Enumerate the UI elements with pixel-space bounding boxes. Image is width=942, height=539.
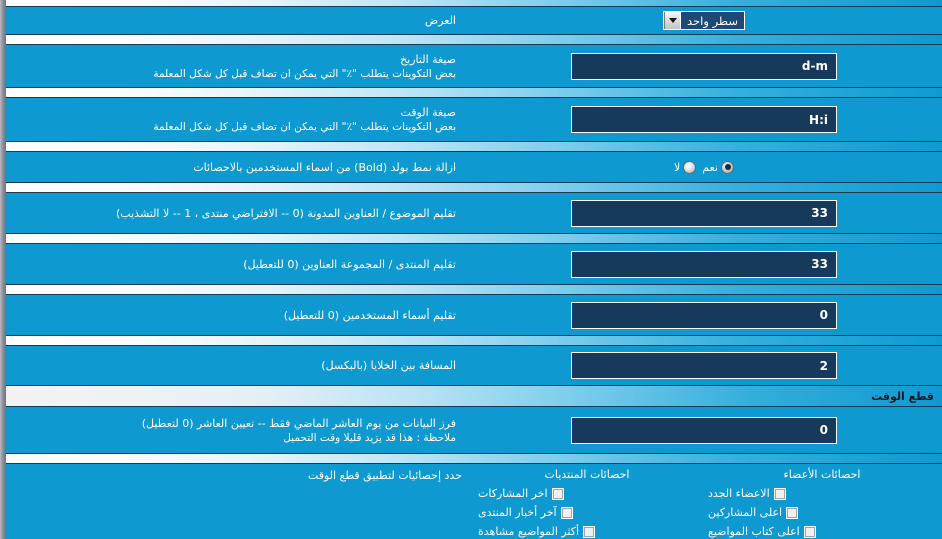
member-stats-column: احصائات الأعضاء الاعضاء الجدد اعلى المشا…	[702, 466, 942, 539]
cell-spacing-input[interactable]	[571, 352, 837, 379]
row-timecut-value: فرز البيانات من يوم العاشر الماضي فقط --…	[6, 407, 942, 453]
settings-page: العرض سطر واحد صيغة التاريخ بعض التكوينا…	[0, 0, 942, 539]
settings-frame: العرض سطر واحد صيغة التاريخ بعض التكوينا…	[6, 0, 942, 539]
trim-forum-titles-input[interactable]	[571, 250, 837, 278]
row-timecut-value-control	[466, 416, 942, 444]
row-trim-thread-titles-label: تقليم الموضوع / العناوين المدونة (0 -- ا…	[116, 206, 456, 220]
separator-5	[6, 233, 942, 244]
row-cell-spacing-control	[466, 352, 942, 379]
separator-6	[6, 284, 942, 295]
trim-thread-titles-input[interactable]	[571, 199, 837, 227]
row-cell-spacing: المسافة بين الخلايا (بالبكسل)	[6, 346, 942, 385]
separator-3	[6, 141, 942, 152]
display-mode-select-value: سطر واحد	[681, 12, 744, 29]
checkbox-item-top-thread-starters[interactable]: اعلى كتاب المواضيع	[708, 522, 936, 539]
remove-bold-option-no[interactable]: لا	[674, 160, 697, 174]
row-remove-bold-control: نعم لا	[466, 160, 942, 174]
separator-4	[6, 182, 942, 193]
checkbox-item-most-viewed-threads[interactable]: أكثر المواضيع مشاهدة	[478, 522, 696, 539]
checkbox-icon[interactable]	[560, 506, 573, 519]
row-remove-bold: ازالة نمط بولد (Bold) من اسماء المستخدمي…	[6, 152, 942, 182]
checkbox-item-latest-posts[interactable]: اخر المشاركات	[478, 484, 696, 503]
timecut-stats-label: حدد إحصائيات لتطبيق قطع الوقت	[307, 469, 462, 482]
row-remove-bold-label: ازالة نمط بولد (Bold) من اسماء المستخدمي…	[193, 160, 456, 174]
remove-bold-option-yes-label: نعم	[702, 160, 718, 174]
time-format-input[interactable]	[571, 106, 837, 133]
row-date-format: صيغة التاريخ بعض التكوينات يتطلب "٪" الت…	[6, 45, 942, 87]
row-display-label: العرض	[424, 14, 456, 27]
timecut-stats-section: حدد إحصائيات لتطبيق قطع الوقت احصائات ال…	[6, 464, 942, 539]
row-time-format-control	[466, 106, 942, 133]
remove-bold-radio-group: نعم لا	[674, 160, 734, 174]
checkbox-icon[interactable]	[803, 525, 816, 538]
forum-stats-column: احصائات المنتديات اخر المشاركات آخر أخبا…	[472, 466, 702, 539]
row-trim-usernames: تقليم أسماء المستخدمين (0 للتعطيل)	[6, 295, 942, 335]
radio-selected-icon[interactable]	[721, 160, 734, 174]
row-date-format-label: صيغة التاريخ بعض التكوينات يتطلب "٪" الت…	[153, 52, 456, 80]
remove-bold-option-no-label: لا	[674, 160, 681, 174]
date-format-input[interactable]	[571, 52, 837, 80]
checkbox-item-latest-forum-news[interactable]: آخر أخبار المنتدى	[478, 503, 696, 522]
row-trim-usernames-control	[466, 301, 942, 329]
row-trim-forum-titles-label: تقليم المنتدى / المجموعة العناوين (0 للت…	[243, 257, 456, 271]
row-date-format-control	[466, 52, 942, 80]
section-header-timecut: قطع الوقت	[6, 385, 942, 407]
row-display: العرض سطر واحد	[6, 7, 942, 34]
display-mode-select[interactable]: سطر واحد	[663, 11, 745, 30]
checkbox-item-new-members[interactable]: الاعضاء الجدد	[708, 484, 936, 503]
row-trim-usernames-label: تقليم أسماء المستخدمين (0 للتعطيل)	[283, 308, 456, 322]
checkbox-icon[interactable]	[551, 487, 564, 500]
chevron-down-icon[interactable]	[664, 12, 682, 29]
checkbox-icon[interactable]	[786, 506, 799, 519]
remove-bold-option-yes[interactable]: نعم	[702, 160, 734, 174]
separator-1	[6, 34, 942, 45]
separator-7	[6, 335, 942, 346]
trim-usernames-input[interactable]	[571, 301, 837, 329]
radio-unselected-icon[interactable]	[683, 160, 697, 174]
timecut-value-input[interactable]	[571, 416, 837, 444]
row-timecut-value-label: فرز البيانات من يوم العاشر الماضي فقط --…	[141, 416, 456, 444]
forum-stats-heading: احصائات المنتديات	[544, 468, 630, 481]
row-cell-spacing-label: المسافة بين الخلايا (بالبكسل)	[321, 359, 456, 372]
checkbox-icon[interactable]	[583, 525, 596, 538]
row-time-format: صيغة الوقت بعض التكوينات يتطلب "٪" التي …	[6, 98, 942, 141]
row-trim-thread-titles-control	[466, 199, 942, 227]
checkbox-icon[interactable]	[773, 487, 786, 500]
checkbox-item-top-posters[interactable]: اعلى المشاركين	[708, 503, 936, 522]
row-trim-forum-titles-control	[466, 250, 942, 278]
row-display-control: سطر واحد	[466, 11, 942, 30]
row-trim-thread-titles: تقليم الموضوع / العناوين المدونة (0 -- ا…	[6, 193, 942, 233]
separator-top	[6, 0, 942, 7]
row-trim-forum-titles: تقليم المنتدى / المجموعة العناوين (0 للت…	[6, 244, 942, 284]
row-time-format-label: صيغة الوقت بعض التكوينات يتطلب "٪" التي …	[153, 106, 456, 133]
separator-2	[6, 87, 942, 98]
section-header-timecut-title: قطع الوقت	[871, 389, 934, 403]
separator-8	[6, 453, 942, 464]
member-stats-heading: احصائات الأعضاء	[783, 468, 861, 481]
